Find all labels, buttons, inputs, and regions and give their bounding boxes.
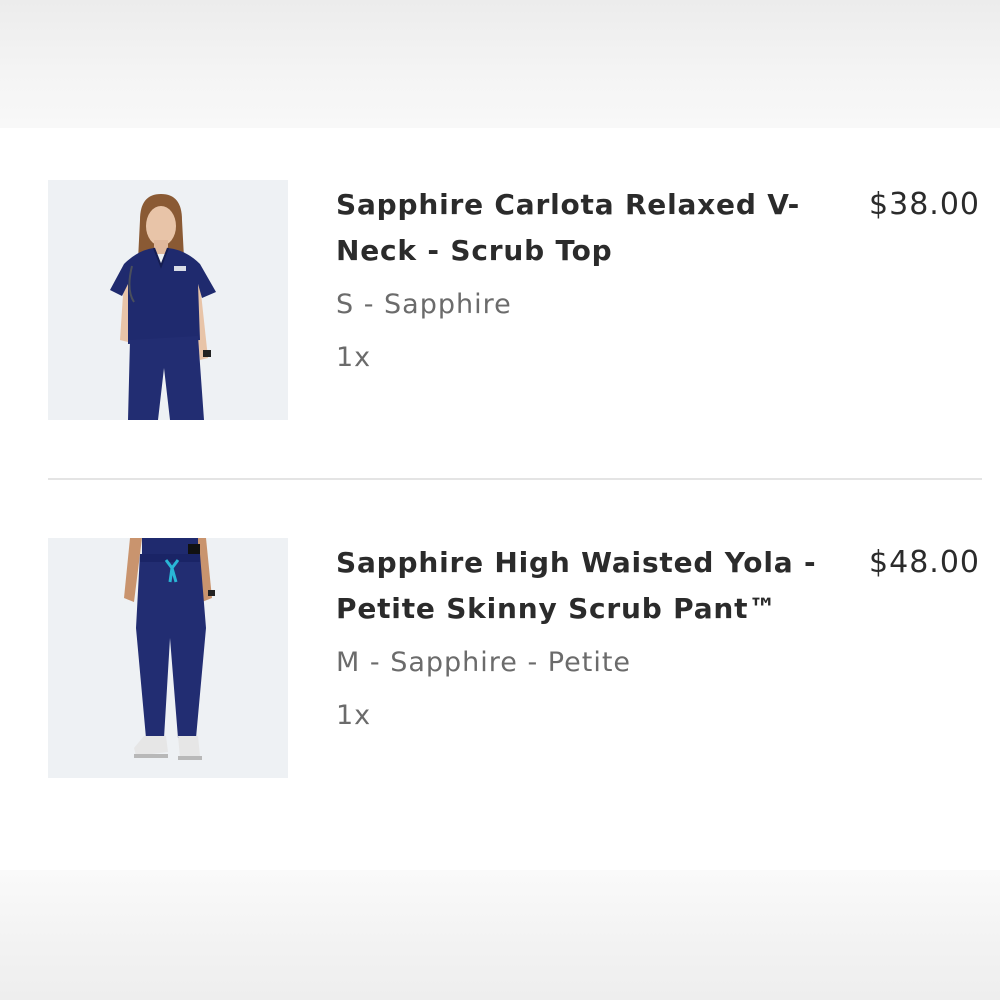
bottom-fade [0, 870, 1000, 1000]
product-variant: M - Sapphire - Petite [336, 647, 632, 678]
product-price: $48.00 [869, 545, 980, 580]
product-name[interactable]: Sapphire Carlota Relaxed V-Neck - Scrub … [336, 182, 826, 274]
top-fade [0, 0, 1000, 128]
product-quantity: 1x [336, 700, 372, 731]
cart-line-item: Sapphire High Waisted Yola - Petite Skin… [0, 538, 1000, 778]
product-info: Sapphire Carlota Relaxed V-Neck - Scrub … [336, 182, 826, 375]
cart-page: Sapphire Carlota Relaxed V-Neck - Scrub … [0, 0, 1000, 1000]
item-divider [48, 478, 982, 480]
cart-line-item: Sapphire Carlota Relaxed V-Neck - Scrub … [0, 180, 1000, 420]
product-price: $38.00 [869, 187, 980, 222]
product-variant: S - Sapphire [336, 289, 512, 320]
product-image-scrub-pant[interactable] [48, 538, 288, 778]
product-info: Sapphire High Waisted Yola - Petite Skin… [336, 540, 826, 733]
scrub-pant-illustration [48, 538, 288, 778]
product-image-scrub-top[interactable] [48, 180, 288, 420]
product-name[interactable]: Sapphire High Waisted Yola - Petite Skin… [336, 540, 826, 632]
scrub-top-illustration [48, 180, 288, 420]
product-quantity: 1x [336, 342, 372, 373]
